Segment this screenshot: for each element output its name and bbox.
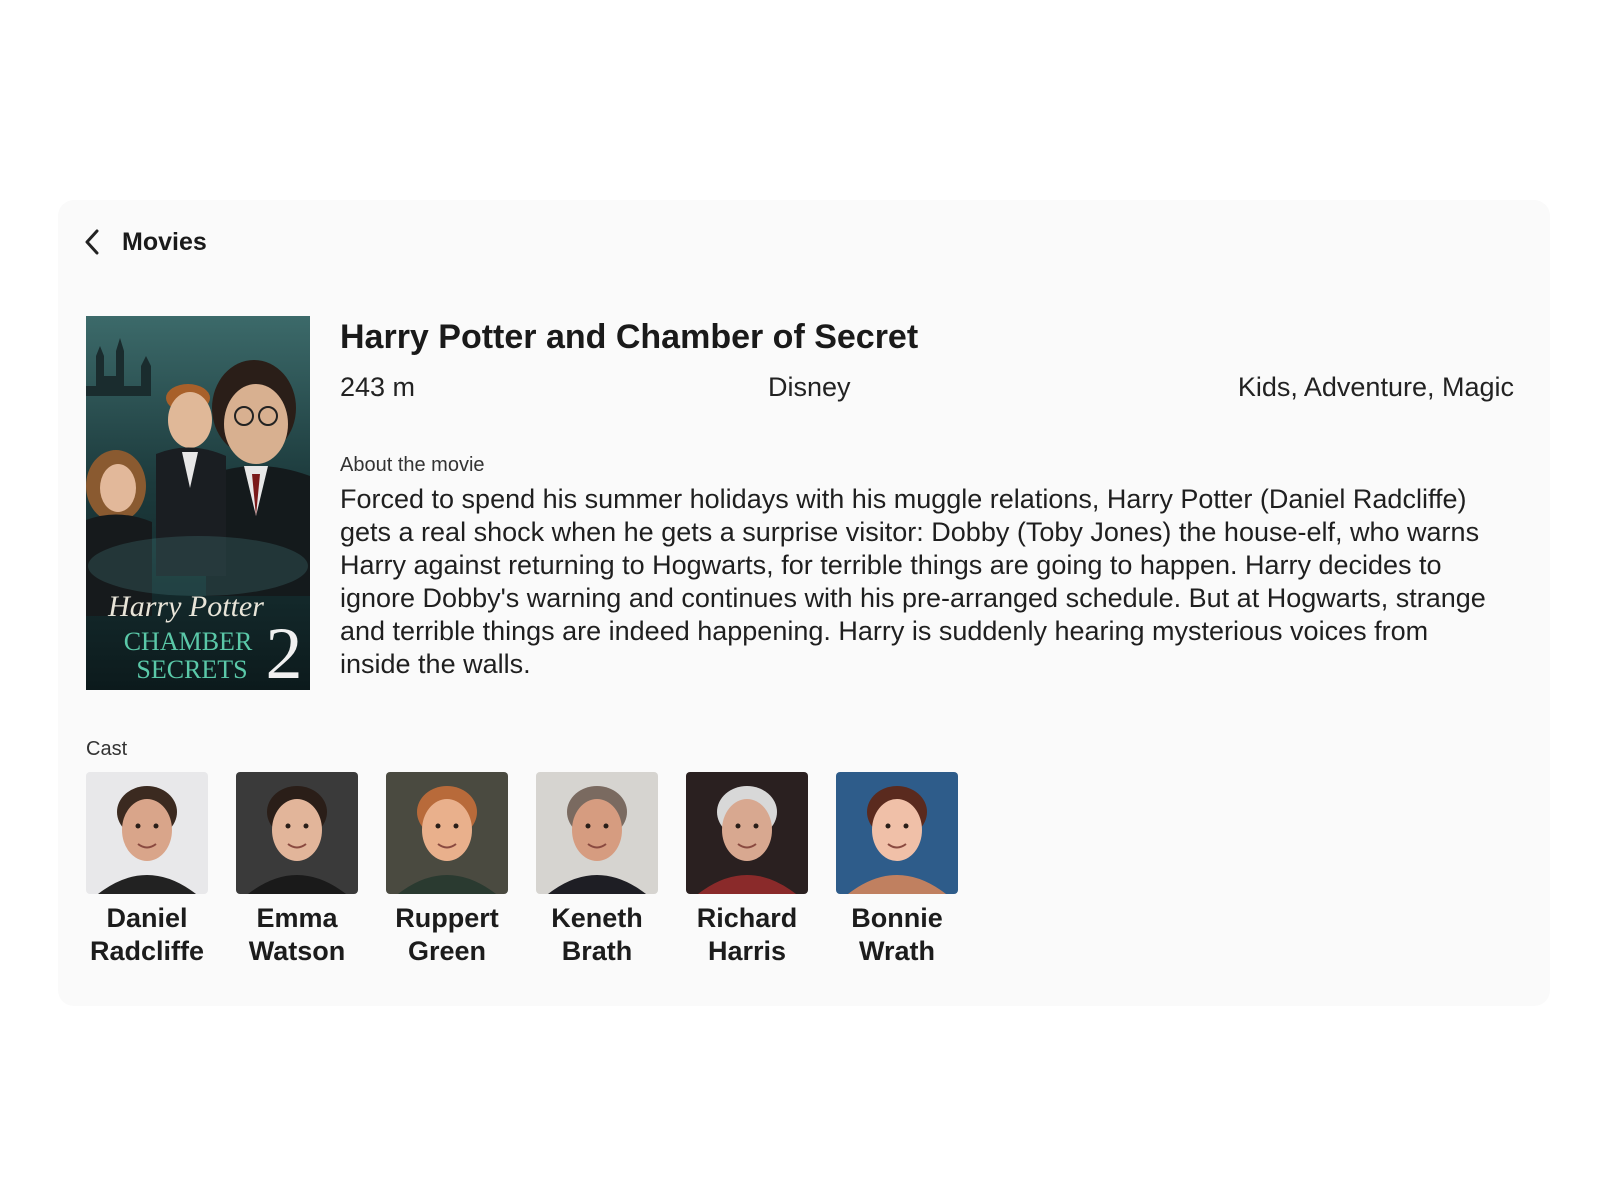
cast-member[interactable]: Richard Harris <box>686 772 808 968</box>
poster-title-line2: CHAMBER <box>124 627 253 656</box>
movie-studio: Disney <box>768 372 851 402</box>
cast-first-name: Ruppert <box>395 903 499 933</box>
cast-last-name: Brath <box>561 936 633 966</box>
cast-last-name: Wrath <box>858 936 935 966</box>
cast-name: Ruppert Green <box>372 902 522 968</box>
cast-member[interactable]: Emma Watson <box>236 772 358 968</box>
cast-photo <box>236 772 358 894</box>
cast-first-name: Daniel <box>106 903 188 933</box>
movie-duration: 243 m <box>340 372 416 402</box>
back-button[interactable] <box>82 224 118 260</box>
poster-number: 2 <box>266 613 303 690</box>
cast-last-name: Harris <box>707 936 787 966</box>
cast-photo <box>686 772 808 894</box>
cast-member[interactable]: Keneth Brath <box>536 772 658 968</box>
poster-title-line3: SECRETS <box>136 655 247 684</box>
movie-info: Harry Potter and Chamber of Secret 243 m… <box>340 316 1514 681</box>
movie-title: Harry Potter and Chamber of Secret <box>340 318 919 356</box>
movie-genres: Kids, Adventure, Magic <box>1237 372 1514 402</box>
cast-first-name: Richard <box>696 903 798 933</box>
cast-photo <box>536 772 658 894</box>
cast-label: Cast <box>86 738 128 760</box>
cast-member[interactable]: Bonnie Wrath <box>836 772 958 968</box>
movie-poster: Harry Potter CHAMBER SECRETS 2 <box>86 316 310 690</box>
poster-title-line1: Harry Potter <box>107 590 264 623</box>
cast-last-name: Green <box>407 936 487 966</box>
cast-name: Keneth Brath <box>522 902 672 968</box>
cast-photo <box>86 772 208 894</box>
cast-name: Richard Harris <box>672 902 822 968</box>
top-bar: Movies <box>82 222 207 262</box>
cast-list: Daniel Radcliffe Emma Watson Ruppert Gre… <box>86 772 986 968</box>
about-label: About the movie <box>340 454 485 476</box>
movie-description: Forced to spend his summer holidays with… <box>340 484 1486 679</box>
cast-photo <box>386 772 508 894</box>
cast-first-name: Emma <box>256 903 338 933</box>
movie-meta: 243 m Disney Kids, Adventure, Magic <box>340 372 1514 412</box>
cast-name: Daniel Radcliffe <box>72 902 222 968</box>
cast-last-name: Radcliffe <box>89 936 205 966</box>
page-title: Movies <box>122 227 207 256</box>
movie-detail-card: Movies Harry Potter CHAMBER SECRETS 2 Ha… <box>58 200 1550 1006</box>
cast-name: Emma Watson <box>222 902 372 968</box>
cast-member[interactable]: Daniel Radcliffe <box>86 772 208 968</box>
cast-name: Bonnie Wrath <box>822 902 972 968</box>
cast-first-name: Bonnie <box>851 903 943 933</box>
chevron-left-icon <box>85 229 99 255</box>
cast-photo <box>836 772 958 894</box>
cast-first-name: Keneth <box>551 903 643 933</box>
cast-member[interactable]: Ruppert Green <box>386 772 508 968</box>
cast-last-name: Watson <box>248 936 346 966</box>
